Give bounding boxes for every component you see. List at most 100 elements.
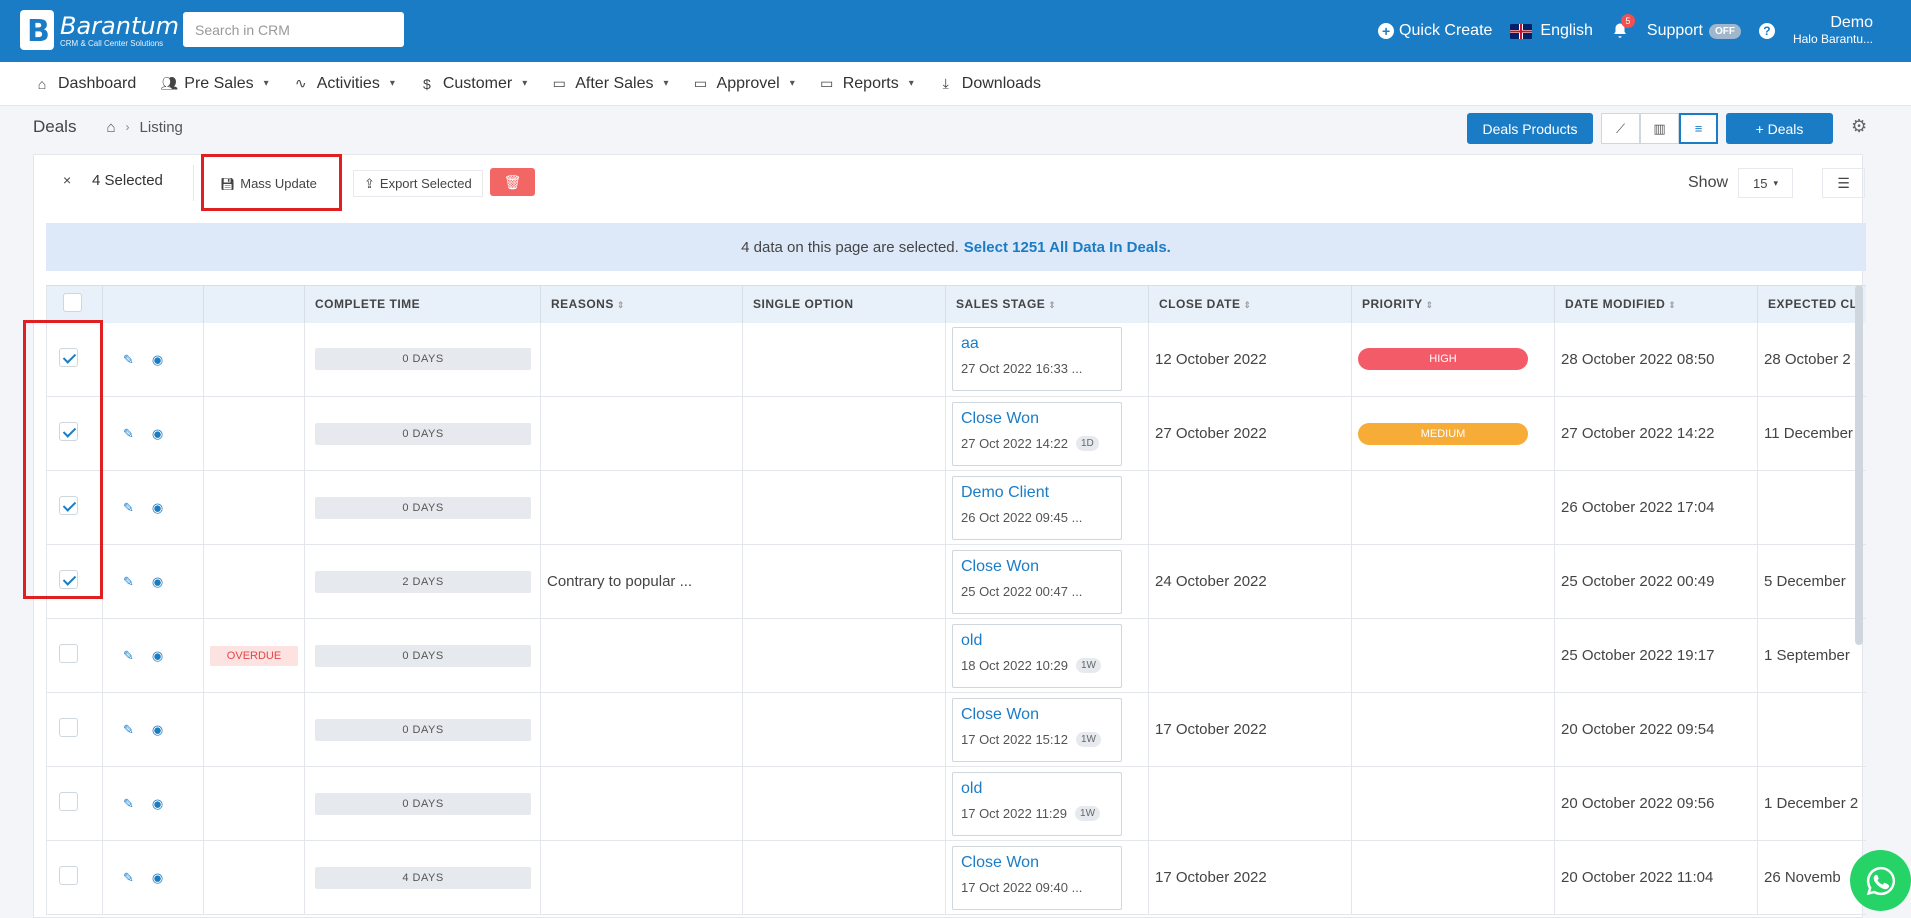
column-header[interactable]: REASONS ⇕	[540, 285, 743, 323]
close-icon[interactable]: ×	[63, 172, 71, 188]
table-row[interactable]: ✎ ◉ 0 DAYS Close Won 27 Oct 2022 14:22 1D 27 O…	[46, 396, 1866, 471]
deals-products-button[interactable]: Deals Products	[1467, 113, 1593, 144]
home-icon[interactable]: ⌂	[106, 119, 115, 136]
column-header[interactable]: CLOSE DATE ⇕	[1148, 285, 1352, 323]
column-header[interactable]: DATE MODIFIED ⇕	[1554, 285, 1758, 323]
support-toggle-state: OFF	[1708, 23, 1741, 39]
table-row[interactable]: ✎ ◉ 0 DAYS Demo Client 26 Oct 2022 09:45 ...…	[46, 470, 1866, 545]
select-all-checkbox[interactable]	[63, 293, 82, 313]
edit-icon[interactable]: ✎	[123, 796, 134, 812]
sales-stage-name[interactable]: old	[961, 780, 1121, 798]
sales-stage-date: 25 Oct 2022 00:47 ...	[961, 583, 1083, 599]
nav-activities[interactable]: ∿ Activities ▾	[293, 75, 395, 93]
table-row[interactable]: ✎ ◉ OVERDUE 0 DAYS old 18 Oct 2022 10:29 1W 25 …	[46, 618, 1866, 693]
edit-icon[interactable]: ✎	[123, 574, 134, 590]
column-header[interactable]: SALES STAGE ⇕	[945, 285, 1149, 323]
expected-close-cell: 11 December	[1757, 396, 1866, 471]
table-row[interactable]: ✎ ◉ 0 DAYS Close Won 17 Oct 2022 15:12 1W 17 O…	[46, 692, 1866, 767]
eye-icon[interactable]: ◉	[152, 796, 163, 812]
help-button[interactable]: ?	[1758, 23, 1775, 39]
quick-create-button[interactable]: + Quick Create	[1378, 22, 1492, 40]
table-row[interactable]: ✎ ◉ 0 DAYS aa 27 Oct 2022 16:33 ... 12 Octobe…	[46, 322, 1866, 397]
nav-after-sales[interactable]: ▭ After Sales ▾	[551, 75, 669, 93]
list-view-icon[interactable]: ≡	[1679, 113, 1718, 144]
select-all-header[interactable]	[46, 285, 103, 323]
support-toggle[interactable]: Support OFF	[1647, 22, 1741, 40]
trash-icon: 🗑︎	[503, 173, 522, 190]
edit-icon[interactable]: ✎	[123, 500, 134, 516]
row-checkbox[interactable]	[59, 866, 78, 885]
support-label: Support	[1646, 22, 1703, 39]
priority-cell	[1351, 544, 1555, 619]
eye-icon[interactable]: ◉	[152, 648, 163, 664]
table-row[interactable]: ✎ ◉ 4 DAYS Close Won 17 Oct 2022 09:40 ... 17…	[46, 840, 1866, 915]
eye-icon[interactable]: ◉	[152, 722, 163, 738]
nav-approvel[interactable]: ▭ Approvel ▾	[693, 75, 795, 93]
sales-stage-name[interactable]: Demo Client	[961, 484, 1121, 502]
nav-pre-sales[interactable]: 👥︎ Pre Sales ▾	[160, 75, 268, 93]
vertical-scrollbar[interactable]	[1855, 285, 1863, 645]
eye-icon[interactable]: ◉	[152, 352, 163, 368]
priority-cell: MEDIUM	[1351, 396, 1555, 471]
edit-icon[interactable]: ✎	[123, 870, 134, 886]
sales-stage-name[interactable]: Close Won	[961, 410, 1121, 428]
sales-stage-card[interactable]: old 17 Oct 2022 11:29 1W	[952, 771, 1122, 836]
row-actions-cell: ✎ ◉	[102, 840, 204, 915]
sales-stage-card[interactable]: Close Won 17 Oct 2022 09:40 ...	[952, 845, 1122, 910]
page-size-select[interactable]: 15 ▾	[1738, 168, 1793, 198]
kanban-view-icon[interactable]: ▥	[1640, 113, 1679, 144]
column-header[interactable]: SINGLE OPTION	[742, 285, 946, 323]
row-actions-cell: ✎ ◉	[102, 618, 204, 693]
sales-stage-name[interactable]: Close Won	[961, 854, 1121, 872]
edit-icon[interactable]: ✎	[123, 426, 134, 442]
sales-stage-name[interactable]: Close Won	[961, 558, 1121, 576]
nav-customer[interactable]: $ Customer ▾	[419, 75, 527, 93]
sales-stage-card[interactable]: Close Won 27 Oct 2022 14:22 1D	[952, 401, 1122, 466]
row-checkbox[interactable]	[59, 792, 78, 811]
select-all-link[interactable]: Select 1251 All Data In Deals.	[964, 239, 1171, 256]
row-checkbox[interactable]	[59, 644, 78, 663]
brand-logo[interactable]: Barantum CRM & Call Center Solutions	[20, 10, 179, 50]
whatsapp-button[interactable]	[1850, 850, 1911, 911]
column-header[interactable]: EXPECTED CL	[1757, 285, 1866, 323]
single-option-cell	[742, 840, 946, 915]
eye-icon[interactable]: ◉	[152, 574, 163, 590]
nav-reports[interactable]: ▭ Reports ▾	[819, 75, 914, 93]
sales-stage-card[interactable]: aa 27 Oct 2022 16:33 ...	[952, 327, 1122, 392]
search-input[interactable]	[183, 12, 404, 47]
edit-icon[interactable]: ✎	[123, 722, 134, 738]
language-selector[interactable]: English	[1510, 22, 1593, 40]
eye-icon[interactable]: ◉	[152, 426, 163, 442]
nav-downloads[interactable]: ⤓ Downloads	[938, 75, 1041, 93]
row-checkbox[interactable]	[59, 718, 78, 737]
reasons-cell: Contrary to popular ...	[540, 544, 743, 619]
nav-dashboard[interactable]: ⌂ Dashboard	[34, 75, 137, 93]
complete-time-badge: 4 DAYS	[315, 866, 531, 889]
export-selected-button[interactable]: ⇪ Export Selected	[353, 170, 483, 197]
reasons-cell	[540, 618, 743, 693]
sales-stage-name[interactable]: old	[961, 632, 1121, 650]
sales-stage-card[interactable]: old 18 Oct 2022 10:29 1W	[952, 623, 1122, 688]
sales-stage-card[interactable]: Close Won 25 Oct 2022 00:47 ...	[952, 549, 1122, 614]
eye-icon[interactable]: ◉	[152, 870, 163, 886]
gear-icon[interactable]: ⚙	[1851, 116, 1867, 137]
table-row[interactable]: ✎ ◉ 2 DAYS Contrary to popular ... Close Won…	[46, 544, 1866, 619]
column-header[interactable]: PRIORITY ⇕	[1351, 285, 1555, 323]
column-header[interactable]: COMPLETE TIME	[304, 285, 541, 323]
sales-stage-name[interactable]: aa	[961, 335, 1121, 353]
columns-icon[interactable]: ☰	[1822, 168, 1865, 198]
close-date-cell: 12 October 2022	[1148, 322, 1352, 397]
brand-tagline: CRM & Call Center Solutions	[60, 38, 164, 48]
edit-icon[interactable]: ✎	[123, 352, 134, 368]
user-menu[interactable]: Demo Halo Barantu...	[1793, 14, 1873, 48]
notification-button[interactable]: 5	[1611, 14, 1635, 40]
delete-button[interactable]: 🗑︎	[490, 168, 535, 196]
edit-icon[interactable]: ✎	[123, 648, 134, 664]
eye-icon[interactable]: ◉	[152, 500, 163, 516]
sales-stage-name[interactable]: Close Won	[961, 706, 1121, 724]
table-row[interactable]: ✎ ◉ 0 DAYS old 17 Oct 2022 11:29 1W 20 October…	[46, 766, 1866, 841]
add-deal-button[interactable]: + Deals	[1726, 113, 1833, 144]
sales-stage-card[interactable]: Close Won 17 Oct 2022 15:12 1W	[952, 697, 1122, 762]
sales-stage-card[interactable]: Demo Client 26 Oct 2022 09:45 ...	[952, 475, 1122, 540]
chart-view-icon[interactable]: ⟋	[1601, 113, 1640, 144]
